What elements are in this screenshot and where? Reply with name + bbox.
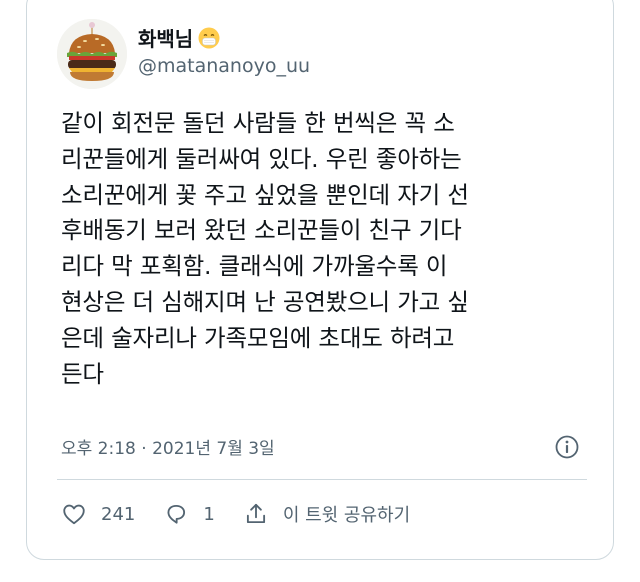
action-bar: 241 1 이 트윗 공유하기 [61, 499, 438, 529]
heart-icon [63, 504, 85, 525]
display-name: 화백님 [138, 27, 194, 51]
reply-bubble-icon [167, 504, 186, 524]
avatar[interactable] [57, 19, 127, 89]
like-button[interactable]: 241 [61, 501, 135, 527]
share-label: 이 트윗 공유하기 [282, 505, 411, 526]
like-count: 241 [101, 503, 136, 525]
tweet-text: 같이 회전문 돌던 사람들 한 번씩은 꼭 소 리꾼들에게 둘러싸여 있다. 우… [61, 109, 469, 388]
reply-button[interactable]: 1 [163, 501, 215, 527]
share-button[interactable]: 이 트윗 공유하기 [243, 501, 410, 527]
share-upload-icon [246, 503, 265, 524]
tweet-timestamp[interactable]: 오후 2:18 · 2021년 7월 3일 [61, 434, 275, 459]
face-with-medical-mask-icon [198, 27, 220, 48]
author-name[interactable]: 화백님 [138, 23, 221, 52]
author-handle[interactable]: @matananoyo_uu [138, 55, 310, 77]
divider [57, 479, 587, 480]
reply-count: 1 [203, 503, 215, 525]
info-icon[interactable] [554, 434, 580, 460]
hamburger-avatar-icon [57, 19, 127, 89]
tweet-card: 화백님 @matananoyo_uu 같이 회전문 돌던 사람들 한 번씩은 꼭… [26, 0, 614, 560]
